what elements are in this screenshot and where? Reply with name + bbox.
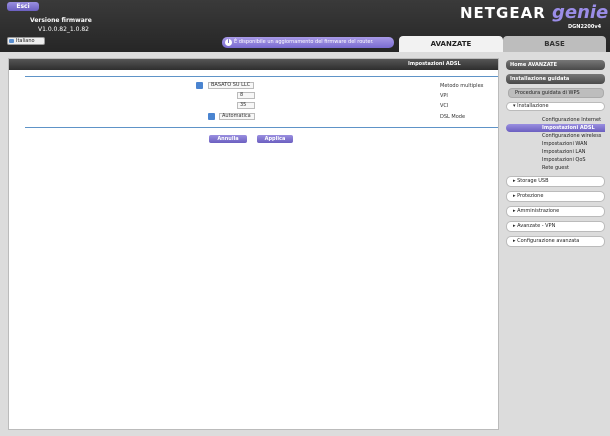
sidebar-item-qos-setup[interactable]: Impostazioni QoS (506, 156, 605, 164)
sidebar-group-usb-storage[interactable]: ▸ Storage USB (506, 176, 605, 187)
sidebar-item-setup-wizard[interactable]: Installazione guidata (506, 74, 605, 84)
apply-button[interactable]: Applica (257, 135, 293, 143)
multiplex-label: Metodo multiplex (440, 83, 484, 89)
sidebar-item-guest-network[interactable]: Rete guest (506, 164, 605, 172)
sidebar-group-label: Configurazione avanzata (517, 238, 580, 244)
sidebar-item-wan-setup[interactable]: Impostazioni WAN (506, 140, 605, 148)
chevron-down-icon[interactable] (196, 82, 203, 89)
vpi-input[interactable]: 8 (237, 92, 255, 99)
notice-text: È disponibile un aggiornamento del firmw… (234, 39, 374, 45)
tab-basic[interactable]: BASE (503, 36, 606, 52)
sidebar-group-security[interactable]: ▸ Protezione (506, 191, 605, 202)
top-bar: Esci Versione firmware V1.0.0.82_1.0.82 … (0, 0, 610, 52)
sidebar-item-home[interactable]: Home AVANZATE (506, 60, 605, 70)
sidebar-group-advanced-setup[interactable]: ▸ Configurazione avanzata (506, 236, 605, 247)
vpi-label: VPI (440, 93, 448, 99)
netgear-genie-logo: NETGEAR genie (460, 2, 608, 23)
model-name: DGN2200v4 (568, 24, 602, 30)
sidebar-item-wps-wizard[interactable]: Procedura guidata di WPS (508, 88, 604, 98)
divider (25, 76, 498, 77)
sidebar-group-vpn[interactable]: ▸ Avanzate - VPN (506, 221, 605, 232)
language-value: Italiano (16, 38, 35, 44)
logo-brand: NETGEAR (460, 4, 546, 22)
divider (25, 127, 498, 128)
vci-input[interactable]: 35 (237, 102, 255, 109)
sidebar-item-adsl-settings[interactable]: Impostazioni ADSL (506, 124, 605, 132)
sidebar-group-label: Amministrazione (517, 208, 560, 214)
exit-button[interactable]: Esci (7, 2, 39, 11)
language-select[interactable]: Italiano (7, 37, 45, 45)
sidebar-group-label: Protezione (517, 193, 544, 199)
page-body: Impostazioni ADSL Metodo multiplex BASAT… (0, 52, 610, 436)
cancel-button[interactable]: Annulla (209, 135, 247, 143)
page-title: Impostazioni ADSL (408, 61, 461, 67)
logo-product: genie (551, 2, 609, 23)
sidebar-item-lan-setup[interactable]: Impostazioni LAN (506, 148, 605, 156)
chevron-down-icon[interactable] (208, 113, 215, 120)
dsl-mode-select[interactable]: Automatica (219, 113, 255, 120)
firmware-version: V1.0.0.82_1.0.82 (38, 26, 89, 33)
sidebar-item-internet-setup[interactable]: Configurazione Internet (506, 116, 605, 124)
chevron-down-icon (9, 39, 14, 43)
sidebar-group-label: Installazione (517, 103, 549, 109)
vci-label: VCI (440, 103, 449, 109)
sidebar-item-wireless-setup[interactable]: Configurazione wireless (506, 132, 605, 140)
firmware-update-notice[interactable]: i È disponibile un aggiornamento del fir… (222, 37, 394, 48)
tab-advanced[interactable]: AVANZATE (399, 36, 503, 52)
sidebar-group-label: Storage USB (517, 178, 549, 184)
main-panel: Impostazioni ADSL Metodo multiplex BASAT… (8, 58, 499, 430)
sidebar-group-administration[interactable]: ▸ Amministrazione (506, 206, 605, 217)
panel-header: Impostazioni ADSL (9, 59, 498, 70)
sidebar-group-setup[interactable]: ▾ Installazione (506, 102, 605, 111)
info-icon: i (225, 39, 232, 46)
multiplex-select[interactable]: BASATO SU LLC (208, 82, 254, 89)
dsl-mode-label: DSL Mode (440, 114, 466, 120)
sidebar-group-label: Avanzate - VPN (517, 223, 556, 229)
firmware-label: Versione firmware (30, 17, 92, 24)
